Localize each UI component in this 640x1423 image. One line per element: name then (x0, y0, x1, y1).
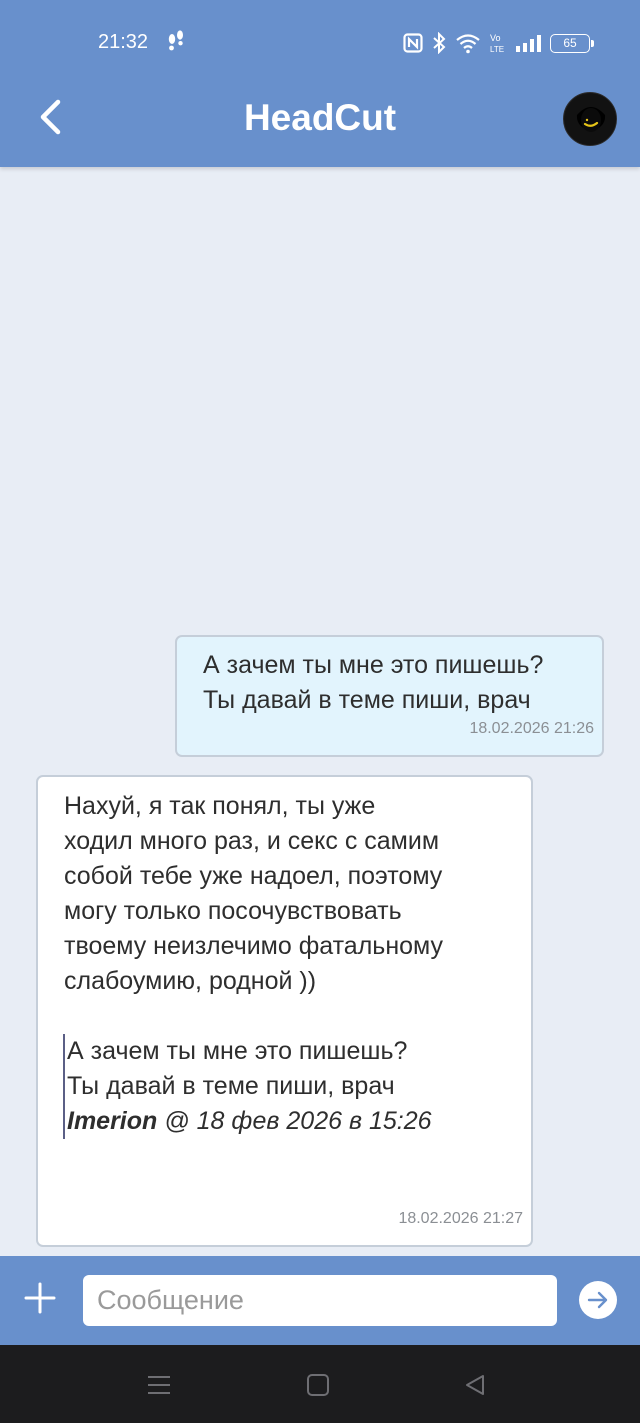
battery-icon: 65 (550, 33, 594, 53)
message-input[interactable] (83, 1275, 557, 1326)
attach-button[interactable] (22, 1280, 58, 1316)
nav-home-button[interactable] (303, 1371, 333, 1399)
quote-attribution: Imerion @ 18 фев 2026 в 15:26 (67, 1104, 511, 1139)
quoted-message: А зачем ты мне это пишешь? Ты давай в те… (63, 1034, 511, 1139)
signal-icon (515, 33, 541, 53)
message-timestamp: 18.02.2026 21:26 (469, 720, 594, 737)
message-text: могу только посочувствовать (64, 897, 402, 925)
menu-icon (148, 1376, 170, 1394)
message-outgoing[interactable]: А зачем ты мне это пишешь? Ты давай в те… (175, 635, 604, 757)
quote-author-link[interactable]: Imerion (67, 1107, 157, 1135)
message-text: слабоумию, родной )) (64, 967, 317, 995)
nfc-icon (403, 33, 423, 53)
footsteps-icon (165, 30, 187, 54)
avatar[interactable] (563, 92, 617, 146)
message-text: А зачем ты мне это пишешь? (203, 651, 544, 679)
status-icons: Vo LTE 65 (403, 30, 594, 56)
nav-menu-button[interactable] (144, 1371, 174, 1399)
system-nav-bar (0, 1345, 640, 1423)
home-square-icon (307, 1374, 329, 1396)
quote-text: А зачем ты мне это пишешь? (67, 1037, 408, 1065)
send-button[interactable] (579, 1281, 617, 1319)
nav-back-button[interactable] (460, 1371, 490, 1399)
send-arrow-icon (587, 1291, 608, 1309)
avatar-icon (565, 94, 616, 145)
svg-text:LTE: LTE (490, 45, 504, 54)
message-text: ходил много раз, и секс с самим (64, 827, 440, 855)
quote-meta: @ 18 фев 2026 в 15:26 (157, 1107, 432, 1135)
message-composer (0, 1256, 640, 1345)
message-timestamp: 18.02.2026 21:27 (398, 1210, 523, 1227)
app-header: 21:32 Vo LTE 65 HeadCut (0, 0, 640, 167)
status-time: 21:32 (98, 31, 149, 53)
message-text: Нахуй, я так понял, ты уже (64, 792, 376, 820)
chat-title: HeadCut (243, 97, 397, 138)
volte-icon: Vo LTE (490, 32, 506, 54)
svg-text:Vo: Vo (490, 33, 501, 43)
message-incoming[interactable]: Нахуй, я так понял, ты уже ходил много р… (36, 775, 533, 1247)
message-text: собой тебе уже надоел, поэтому (64, 862, 443, 890)
wifi-icon (455, 32, 481, 54)
bluetooth-icon (432, 32, 446, 54)
plus-icon (24, 1282, 56, 1314)
quote-text: Ты давай в теме пиши, врач (67, 1072, 395, 1100)
message-text: твоему неизлечимо фатальному (64, 932, 444, 960)
back-triangle-icon (466, 1375, 484, 1395)
